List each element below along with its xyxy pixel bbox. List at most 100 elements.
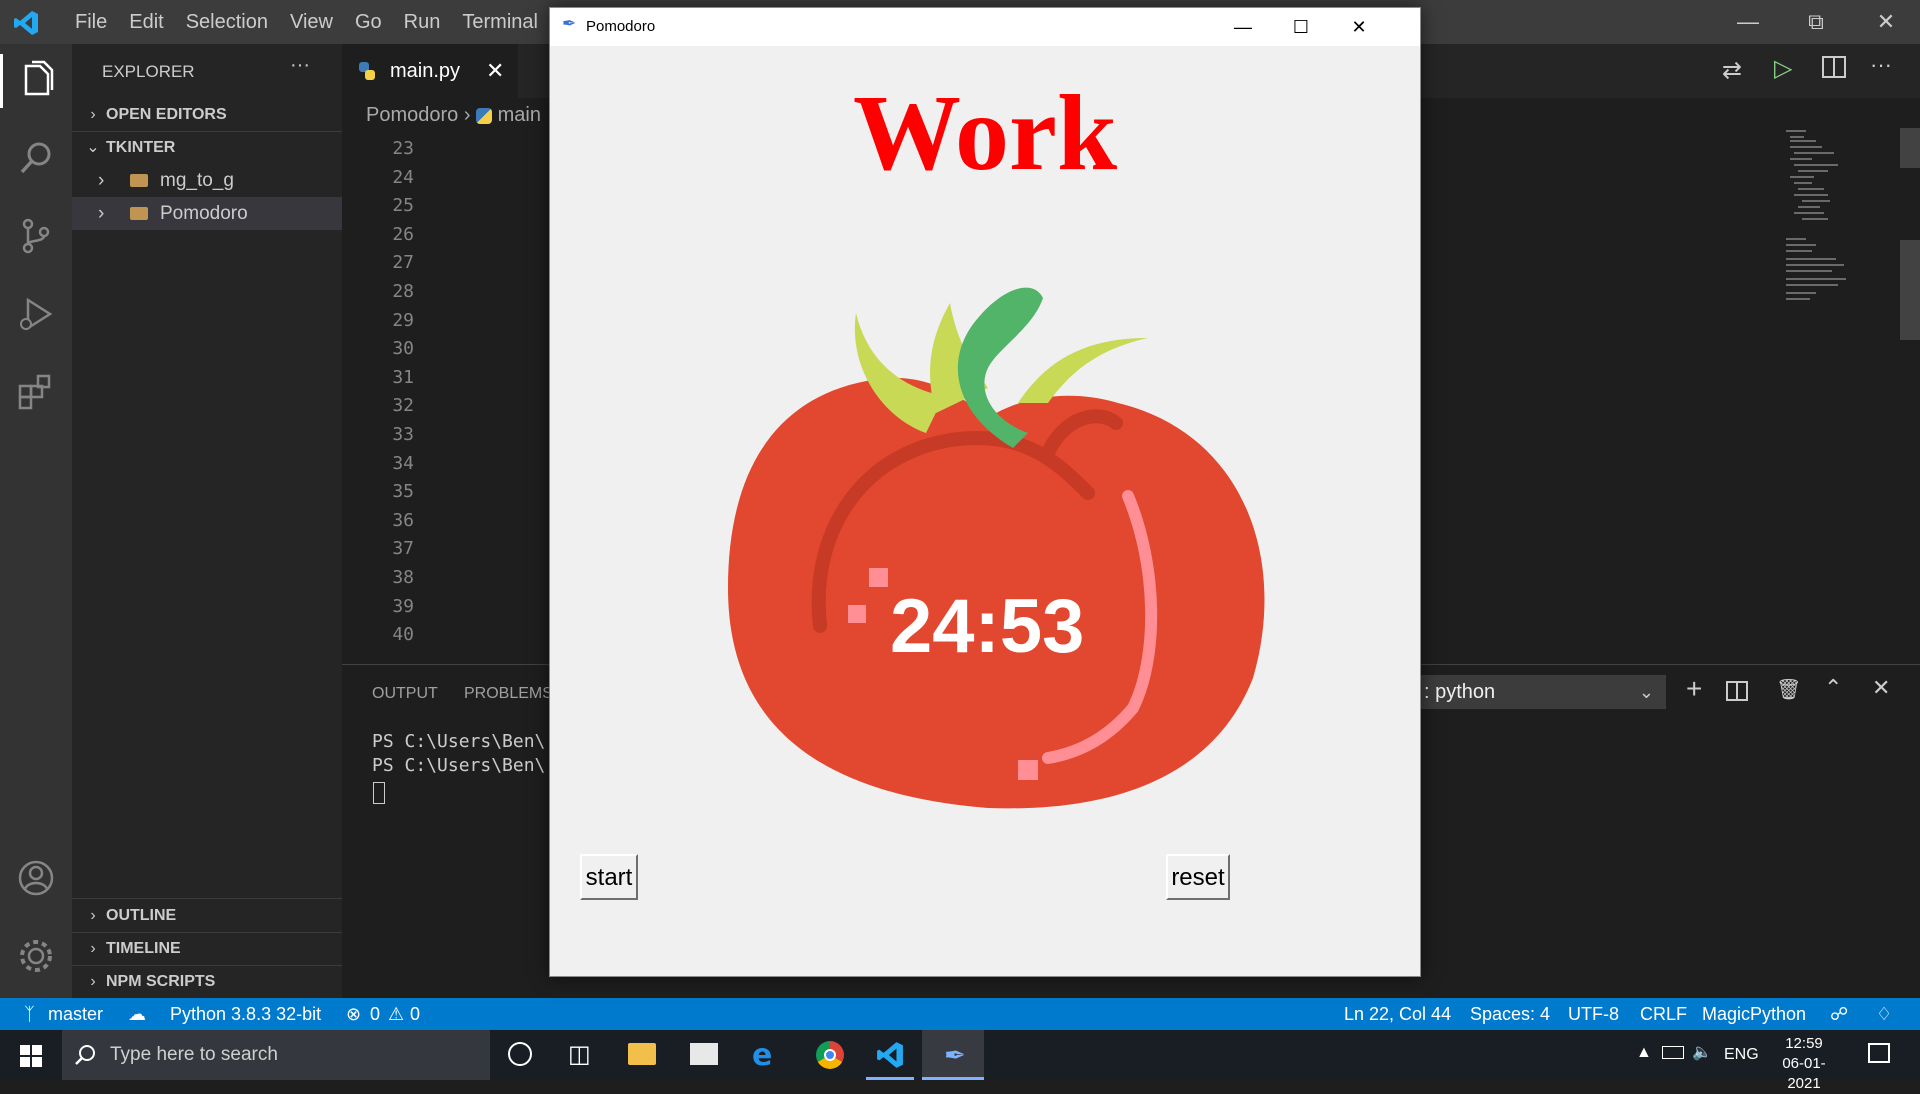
gear-icon[interactable] [14, 934, 58, 978]
source-control-icon[interactable] [14, 214, 58, 258]
account-icon[interactable] [14, 856, 58, 900]
tab-output[interactable]: OUTPUT [372, 685, 438, 703]
tab-label: main.py [390, 60, 461, 82]
live-share-icon[interactable]: ☍ [1830, 998, 1848, 1030]
menu-run[interactable]: Run [393, 0, 452, 44]
more-actions-icon[interactable]: ··· [1870, 52, 1892, 78]
notifications-icon[interactable]: ♢ [1876, 998, 1892, 1030]
chevron-up-icon[interactable]: ⌃ [1824, 675, 1842, 701]
clock[interactable]: 12:59 06-01-2021 [1766, 1034, 1842, 1094]
edge-icon[interactable]: e [752, 1038, 772, 1073]
close-tab-icon[interactable]: ✕ [486, 44, 504, 98]
chevron-right-icon: › [98, 203, 105, 224]
scrollbar-thumb[interactable] [1900, 128, 1920, 168]
run-debug-icon[interactable] [14, 292, 58, 336]
tab-problems[interactable]: PROBLEMS [464, 685, 553, 703]
open-editors-label: OPEN EDITORS [106, 106, 227, 123]
more-actions-icon[interactable]: ··· [290, 54, 310, 77]
language-indicator[interactable]: ENG [1724, 1044, 1759, 1066]
restore-button[interactable]: ⧉ [1782, 0, 1850, 44]
compare-changes-icon[interactable]: ⇄ [1722, 56, 1752, 86]
reset-button[interactable]: reset [1166, 854, 1230, 900]
line-number: 32 [392, 395, 414, 417]
npm-scripts-section[interactable]: › NPM SCRIPTS [72, 965, 342, 998]
tab-main-py[interactable]: main.py ✕ [342, 44, 518, 98]
menu-view[interactable]: View [279, 0, 344, 44]
vscode-taskbar-icon[interactable] [876, 1041, 904, 1069]
end-of-line[interactable]: CRLF [1640, 998, 1687, 1030]
timeline-section[interactable]: › TIMELINE [72, 932, 342, 965]
windows-start-icon[interactable] [20, 1045, 42, 1067]
minimize-button[interactable]: — [1714, 0, 1782, 44]
chevron-down-icon: ⌄ [86, 139, 100, 156]
task-view-icon[interactable]: ◫ [568, 1040, 591, 1069]
maximize-button[interactable]: ☐ [1272, 8, 1330, 46]
breadcrumb-file[interactable]: main [498, 104, 541, 126]
encoding[interactable]: UTF-8 [1568, 998, 1619, 1030]
code-editor[interactable] [444, 135, 554, 655]
error-count[interactable]: 0 [370, 998, 380, 1030]
chevron-right-icon: › [463, 104, 477, 126]
line-number: 39 [392, 595, 414, 617]
project-label: TKINTER [106, 139, 176, 156]
tkinter-taskbar-button[interactable]: ✒ [922, 1030, 984, 1080]
volume-icon[interactable]: 🔈 [1692, 1042, 1712, 1062]
tree-item-mg-to-g[interactable]: › mg_to_g [72, 164, 342, 197]
tree-item-pomodoro[interactable]: › Pomodoro [72, 197, 342, 230]
language-mode[interactable]: MagicPython [1702, 998, 1806, 1030]
extensions-icon[interactable] [14, 370, 58, 414]
warning-count[interactable]: 0 [410, 998, 420, 1030]
search-icon[interactable] [14, 136, 58, 180]
close-panel-icon[interactable]: ✕ [1872, 675, 1890, 701]
plus-icon[interactable]: + [1686, 673, 1702, 705]
close-button[interactable]: ✕ [1852, 0, 1920, 44]
line-number-gutter: 23 24 25 26 27 28 29 30 31 32 33 34 35 3… [342, 135, 414, 650]
terminal-select[interactable]: : python ⌄ [1418, 675, 1666, 709]
mail-icon[interactable] [690, 1043, 718, 1065]
menu-file[interactable]: File [64, 0, 118, 44]
close-button[interactable]: ✕ [1330, 8, 1388, 46]
cortana-icon[interactable] [508, 1042, 532, 1066]
countdown-timer: 24:53 [890, 584, 1085, 669]
python-interpreter[interactable]: Python 3.8.3 32-bit [170, 998, 321, 1030]
chevron-right-icon: › [98, 170, 105, 191]
battery-icon[interactable] [1662, 1046, 1684, 1059]
menu-terminal[interactable]: Terminal [451, 0, 549, 44]
sync-icon[interactable]: ☁ [128, 998, 146, 1030]
tkinter-section[interactable]: ⌄ TKINTER [72, 131, 342, 164]
explorer-icon[interactable] [14, 58, 58, 102]
feather-icon: ✒ [562, 14, 577, 33]
run-icon[interactable]: ▷ [1774, 54, 1804, 84]
split-terminal-icon[interactable] [1726, 681, 1748, 701]
folder-icon [130, 174, 148, 188]
menu-edit[interactable]: Edit [118, 0, 174, 44]
network-icon[interactable]: ▲ [1636, 1044, 1652, 1062]
menu-go[interactable]: Go [344, 0, 393, 44]
split-editor-icon[interactable] [1822, 56, 1846, 78]
minimap[interactable] [1782, 128, 1868, 318]
minimize-button[interactable]: — [1214, 8, 1272, 46]
menu-selection[interactable]: Selection [175, 0, 279, 44]
outline-label: OUTLINE [106, 907, 177, 924]
pomodoro-window: ✒ Pomodoro — ☐ ✕ Work 24:53 start reset [549, 7, 1421, 977]
open-editors-section[interactable]: › OPEN EDITORS [72, 98, 342, 131]
breadcrumb-folder[interactable]: Pomodoro [366, 104, 458, 126]
action-center-icon[interactable] [1868, 1043, 1890, 1063]
vscode-logo-icon [14, 11, 38, 35]
line-number: 28 [392, 280, 414, 302]
trash-icon[interactable]: 🗑 [1776, 677, 1801, 702]
cursor-position[interactable]: Ln 22, Col 44 [1344, 998, 1451, 1030]
file-explorer-icon[interactable] [628, 1043, 656, 1065]
branch-status[interactable]: master [48, 998, 103, 1030]
outline-section[interactable]: › OUTLINE [72, 899, 342, 932]
indentation[interactable]: Spaces: 4 [1470, 998, 1550, 1030]
start-button[interactable]: start [580, 854, 638, 900]
terminal-line: PS C:\Users\Ben\ [372, 731, 546, 752]
taskbar-search-box[interactable]: Type here to search [62, 1030, 490, 1080]
chrome-icon[interactable] [816, 1041, 844, 1069]
scrollbar-thumb[interactable] [1900, 240, 1920, 340]
